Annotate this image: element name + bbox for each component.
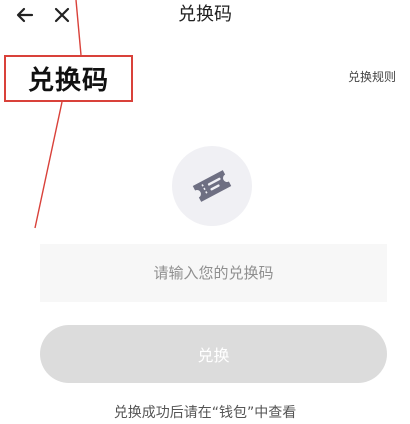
page-title: 兑换码 <box>178 4 232 25</box>
ticket-icon <box>192 170 232 202</box>
redeem-code-input[interactable] <box>40 244 387 302</box>
redeem-button[interactable]: 兑换 <box>40 325 387 383</box>
ticket-icon-circle <box>172 146 252 226</box>
annotation-callout: 兑换码 <box>4 55 133 102</box>
redeem-rules-link[interactable]: 兑换规则 <box>348 68 396 85</box>
wallet-hint-text: 兑换成功后请在“钱包”中查看 <box>113 405 297 421</box>
